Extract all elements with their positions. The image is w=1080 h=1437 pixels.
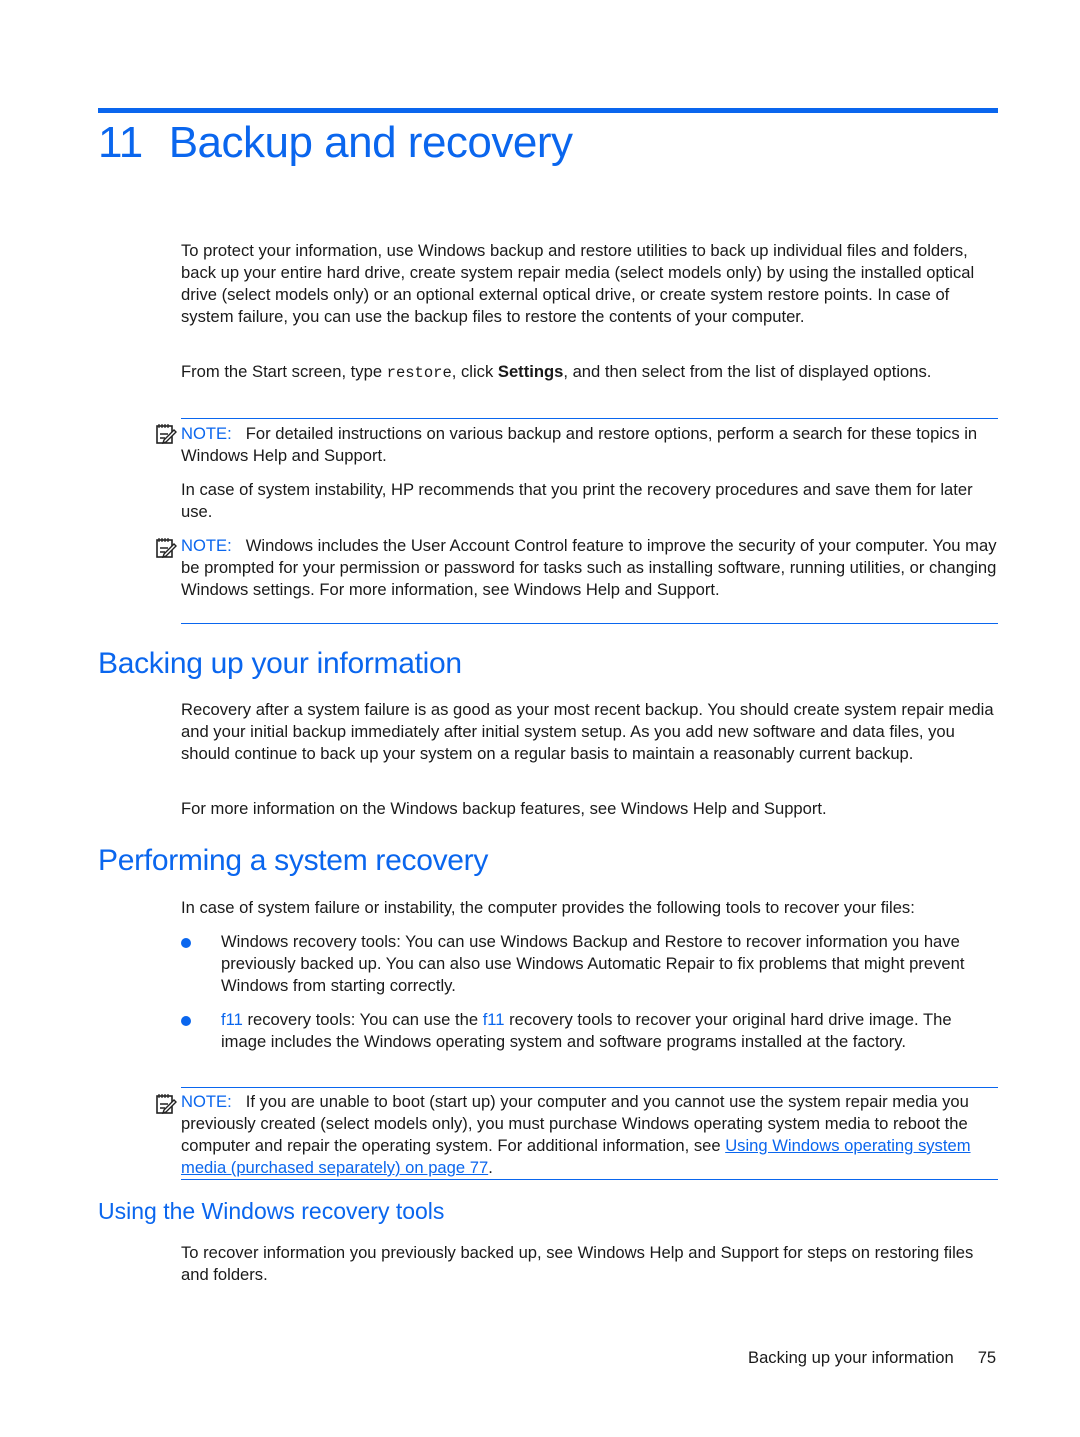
intro-paragraph: To protect your information, use Windows… bbox=[181, 241, 975, 326]
note-rule bbox=[181, 623, 998, 624]
chapter-rule bbox=[98, 108, 998, 113]
note-2: NOTE: Windows includes the User Account C… bbox=[181, 536, 997, 599]
section-heading-backing: Backing up your information bbox=[98, 647, 462, 680]
bullet-icon bbox=[181, 938, 191, 948]
note-rule bbox=[181, 1179, 998, 1180]
list-item: Windows recovery tools: You can use Wind… bbox=[221, 932, 965, 995]
recovery-paragraph: In case of system failure or instability… bbox=[181, 898, 915, 917]
bullet-icon bbox=[181, 1016, 191, 1026]
note-1: NOTE: For detailed instructions on variou… bbox=[181, 424, 978, 465]
page-number: 75 bbox=[977, 1348, 997, 1367]
footer-section: Backing up your information bbox=[748, 1348, 954, 1367]
backing-paragraph-2: For more information on the Windows back… bbox=[181, 799, 827, 818]
note-icon bbox=[156, 1094, 177, 1115]
start-screen-paragraph: From the Start screen, type restore, cli… bbox=[181, 362, 932, 382]
note-icon bbox=[156, 424, 177, 445]
note-icon bbox=[156, 538, 177, 559]
page-footer: Backing up your information 75 bbox=[748, 1348, 996, 1368]
section-heading-recovery: Performing a system recovery bbox=[98, 844, 489, 877]
chapter-title: 11 Backup and recovery bbox=[98, 118, 573, 167]
tools-paragraph: To recover information you previously ba… bbox=[181, 1243, 974, 1284]
note-rule bbox=[181, 1087, 998, 1088]
note-3: NOTE: If you are unable to boot (start up… bbox=[181, 1092, 971, 1177]
subsection-heading-tools: Using the Windows recovery tools bbox=[98, 1198, 445, 1224]
note-rule bbox=[181, 418, 998, 419]
list-item: f11 recovery tools: You can use the f11 … bbox=[221, 1010, 952, 1051]
instability-paragraph: In case of system instability, HP recomm… bbox=[181, 480, 973, 521]
backing-paragraph: Recovery after a system failure is as go… bbox=[181, 700, 994, 763]
